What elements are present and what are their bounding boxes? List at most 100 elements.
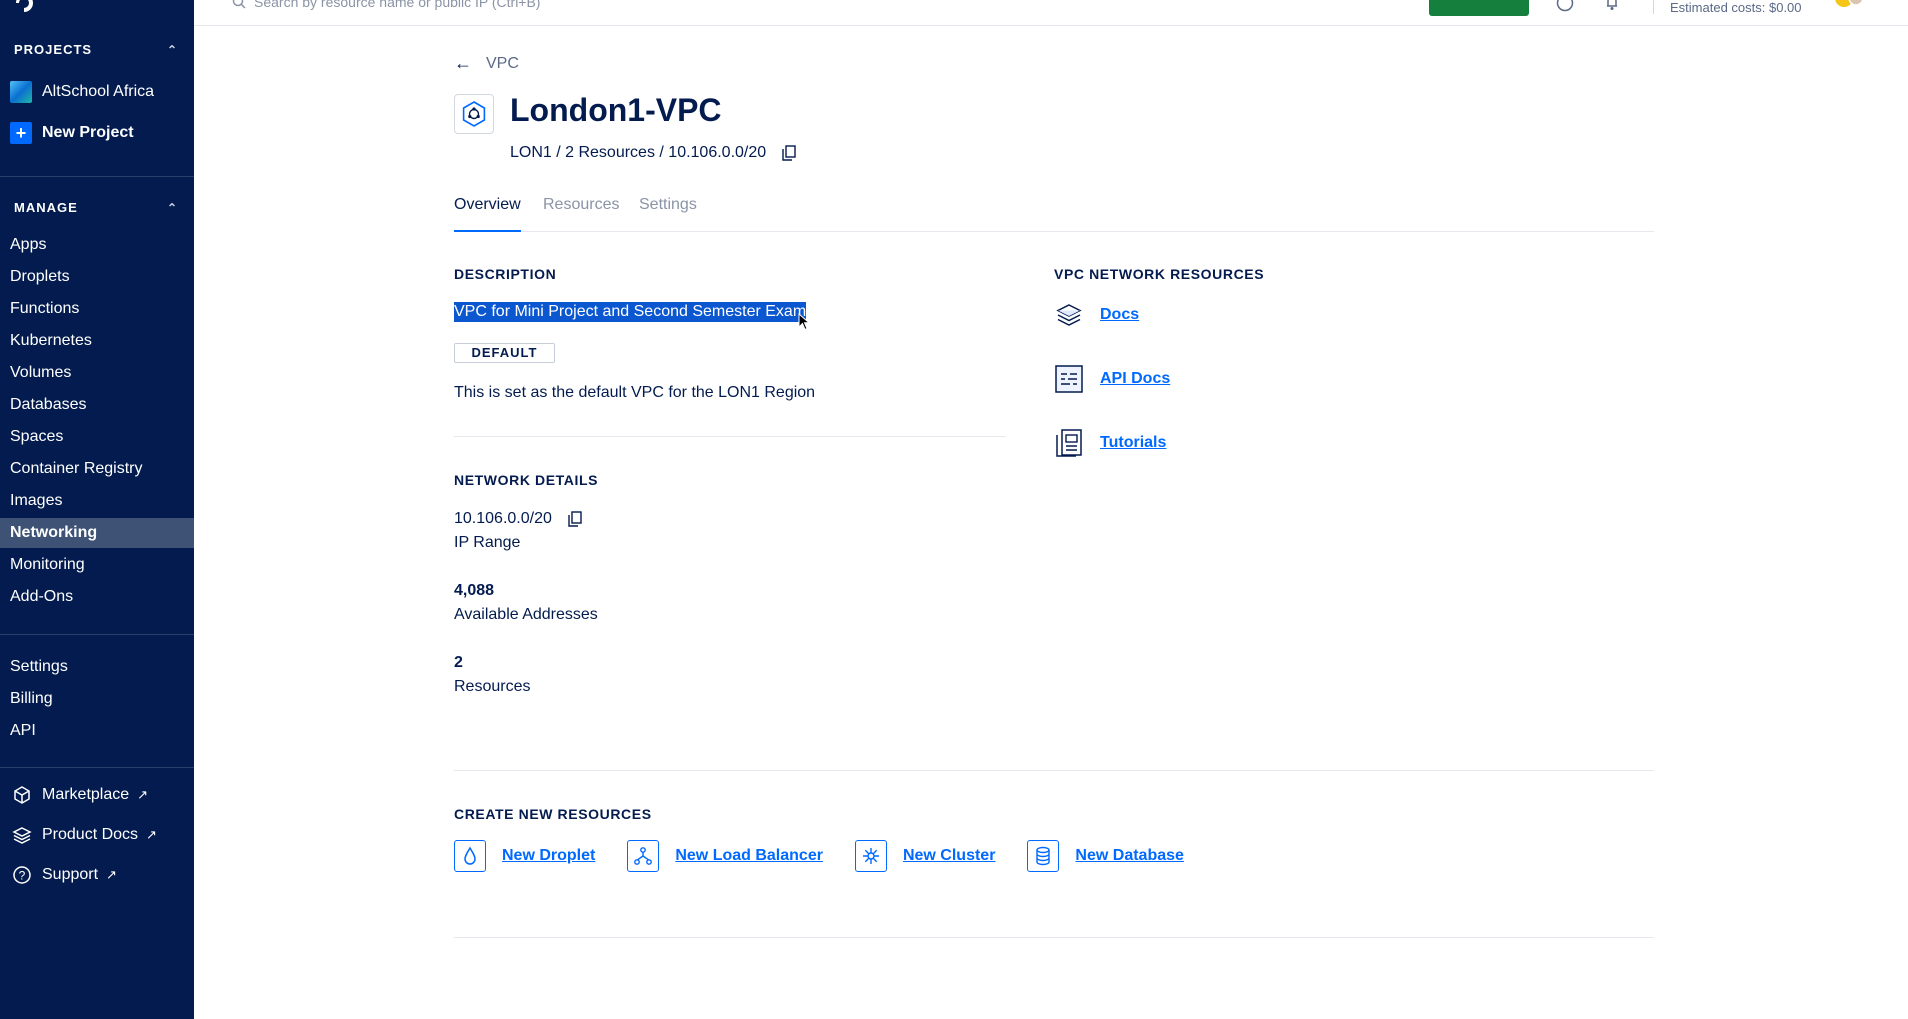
sidebar-item-droplets[interactable]: Droplets (0, 262, 194, 292)
copy-icon[interactable] (568, 511, 582, 527)
back-link[interactable]: ← VPC (454, 53, 519, 74)
arrow-left-icon: ← (454, 53, 472, 73)
plus-icon: + (10, 122, 32, 144)
vpc-description[interactable]: VPC for Mini Project and Second Semester… (454, 302, 807, 322)
database-icon (1027, 840, 1060, 872)
help-circle-icon[interactable] (1556, 0, 1574, 12)
layers-icon (12, 825, 32, 845)
tutorials-link[interactable]: Tutorials (1054, 428, 1166, 458)
api-doc-icon (1054, 364, 1084, 394)
estimated-costs[interactable]: Estimated costs: $0.00 (1670, 0, 1802, 15)
chevron-up-icon[interactable]: ⌃ (167, 201, 178, 215)
sidebar-item-marketplace[interactable]: Marketplace ↗ (12, 781, 148, 809)
vpc-summary-text: LON1 / 2 Resources / 10.106.0.0/20 (510, 144, 767, 161)
sidebar: PROJECTS ⌃ AltSchool Africa + New Projec… (0, 0, 194, 1019)
sidebar-item-product-docs[interactable]: Product Docs ↗ (12, 821, 157, 849)
new-load-balancer-label[interactable]: New Load Balancer (675, 847, 823, 865)
sidebar-item-container-registry[interactable]: Container Registry (0, 454, 194, 484)
vpc-icon (454, 94, 494, 134)
search-placeholder: Search by resource name or public IP (Ct… (254, 0, 541, 10)
manage-section-header[interactable]: MANAGE ⌃ (14, 200, 178, 215)
tab-settings[interactable]: Settings (639, 196, 697, 232)
tab-resources[interactable]: Resources (543, 196, 619, 232)
ip-range-value-row: 10.106.0.0/20 (454, 510, 582, 528)
create-new-resources-heading: CREATE NEW RESOURCES (454, 806, 652, 822)
sidebar-item-add-ons[interactable]: Add-Ons (0, 582, 194, 612)
create-resources-row: New Droplet New Load Balancer New Cluste… (454, 840, 1216, 872)
sidebar-divider (0, 767, 194, 768)
avatar[interactable] (1834, 0, 1864, 8)
new-droplet-label[interactable]: New Droplet (502, 847, 595, 865)
project-altschool-africa[interactable]: AltSchool Africa (10, 77, 154, 107)
section-divider (454, 937, 1654, 938)
external-link-icon: ↗ (106, 867, 117, 882)
help-icon: ? (12, 865, 32, 885)
api-docs-link[interactable]: API Docs (1054, 364, 1170, 394)
search-bar[interactable]: Search by resource name or public IP (Ct… (232, 0, 540, 10)
project-icon (10, 81, 32, 103)
new-database-label[interactable]: New Database (1075, 847, 1184, 865)
digitalocean-logo-icon[interactable] (16, 0, 38, 12)
sidebar-item-spaces[interactable]: Spaces (0, 422, 194, 452)
sidebar-item-images[interactable]: Images (0, 486, 194, 516)
projects-section-header[interactable]: PROJECTS ⌃ (14, 42, 178, 57)
resources-count-label: Resources (454, 678, 531, 695)
projects-heading: PROJECTS (14, 42, 93, 57)
docs-link-label[interactable]: Docs (1100, 306, 1139, 324)
sidebar-item-functions[interactable]: Functions (0, 294, 194, 324)
new-cluster-label[interactable]: New Cluster (903, 847, 995, 865)
new-droplet-link[interactable]: New Droplet (454, 840, 595, 872)
cluster-icon (854, 840, 887, 872)
page-title: London1-VPC (510, 92, 722, 128)
sidebar-item-databases[interactable]: Databases (0, 390, 194, 420)
new-project-button[interactable]: + New Project (10, 118, 134, 148)
api-docs-link-label[interactable]: API Docs (1100, 370, 1170, 388)
product-docs-label: Product Docs (42, 826, 139, 843)
sidebar-item-settings[interactable]: Settings (0, 652, 194, 682)
sidebar-item-monitoring[interactable]: Monitoring (0, 550, 194, 580)
tutorials-link-label[interactable]: Tutorials (1100, 434, 1166, 452)
available-addresses-value: 4,088 (454, 582, 495, 599)
external-link-icon: ↗ (146, 827, 157, 842)
sidebar-item-volumes[interactable]: Volumes (0, 358, 194, 388)
ip-range-value: 10.106.0.0/20 (454, 510, 552, 527)
sidebar-item-billing[interactable]: Billing (0, 684, 194, 714)
tab-overview[interactable]: Overview (454, 196, 521, 232)
description-heading: DESCRIPTION (454, 266, 557, 282)
support-label: Support (42, 866, 99, 883)
svg-text:?: ? (19, 869, 26, 883)
available-addresses-label: Available Addresses (454, 606, 598, 623)
project-label: AltSchool Africa (42, 83, 155, 100)
resources-count-value: 2 (454, 654, 463, 671)
network-details-heading: NETWORK DETAILS (454, 472, 599, 488)
create-button[interactable] (1429, 0, 1529, 16)
sidebar-item-kubernetes[interactable]: Kubernetes (0, 326, 194, 356)
bell-icon[interactable] (1603, 0, 1621, 12)
ip-range-label: IP Range (454, 534, 521, 551)
copy-icon[interactable] (782, 145, 796, 161)
external-link-icon: ↗ (137, 787, 149, 802)
topbar-separator (1653, 0, 1654, 14)
default-badge: DEFAULT (454, 343, 555, 363)
sidebar-item-apps[interactable]: Apps (0, 230, 194, 260)
layers-icon (1054, 300, 1084, 330)
new-database-link[interactable]: New Database (1027, 840, 1184, 872)
chevron-up-icon[interactable]: ⌃ (167, 43, 178, 57)
default-note: This is set as the default VPC for the L… (454, 384, 816, 401)
new-project-label: New Project (42, 124, 134, 141)
section-divider (454, 436, 1006, 437)
docs-link[interactable]: Docs (1054, 300, 1139, 330)
tutorial-icon (1054, 428, 1084, 458)
manage-heading: MANAGE (14, 200, 78, 215)
mouse-cursor-icon (798, 313, 810, 331)
back-label: VPC (486, 54, 519, 72)
sidebar-item-networking[interactable]: Networking (0, 518, 194, 548)
sidebar-item-support[interactable]: ? Support ↗ (12, 861, 117, 889)
droplet-icon (454, 840, 486, 872)
sidebar-divider (0, 634, 194, 635)
sidebar-item-api[interactable]: API (0, 716, 194, 746)
new-load-balancer-link[interactable]: New Load Balancer (627, 840, 823, 872)
topbar: Search by resource name or public IP (Ct… (194, 0, 1908, 26)
new-cluster-link[interactable]: New Cluster (854, 840, 995, 872)
tab-bar: Overview Resources Settings (454, 196, 1654, 232)
